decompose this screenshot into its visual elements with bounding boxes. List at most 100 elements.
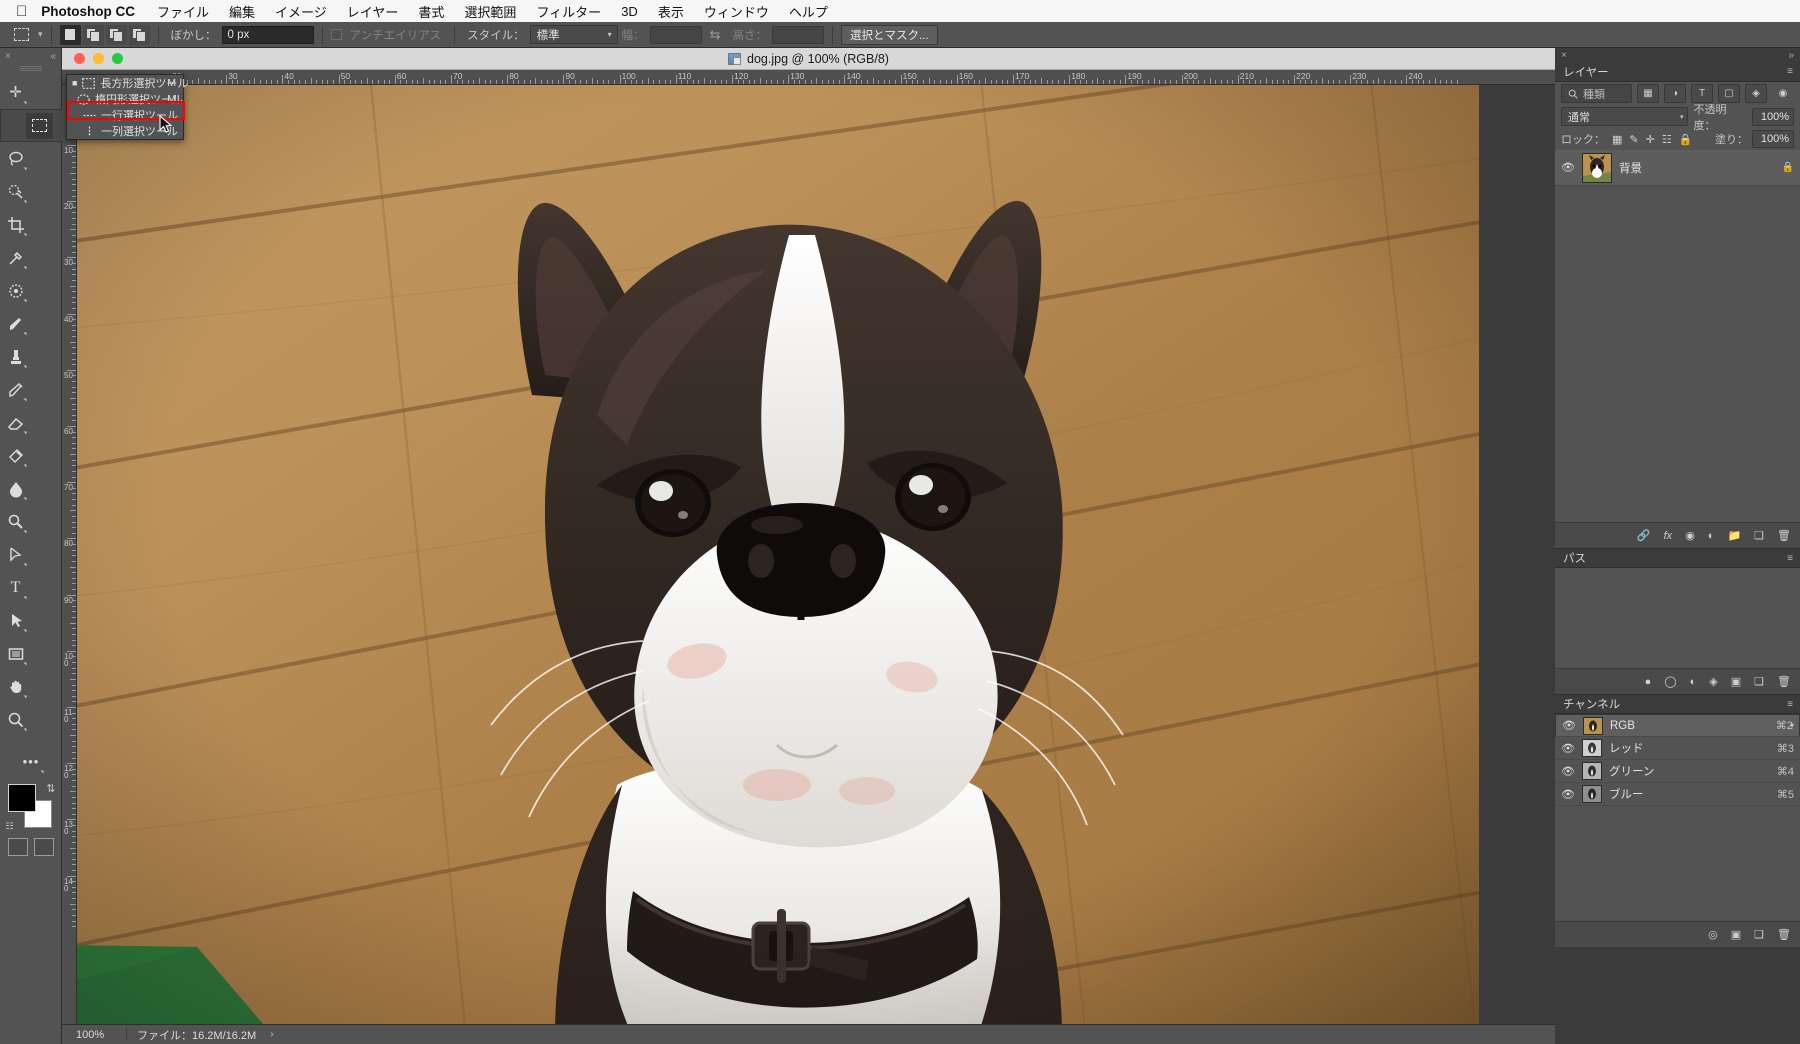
tool-preset-chevron-down-icon[interactable]: ▾ [38,29,43,40]
layer-visibility-eye-icon[interactable]: 👁 [1561,161,1575,174]
menu-item-layer[interactable]: レイヤー [347,2,399,21]
spot-healing-brush-tool[interactable] [0,274,31,307]
tools-expand-icon[interactable]: « [50,51,56,62]
layer-locked-icon[interactable]: 🔒 [1782,162,1794,173]
menu-item-window[interactable]: ウィンドウ [704,2,769,21]
opacity-input[interactable]: 100% [1752,107,1794,126]
vertical-ruler[interactable]: 10 20 30 40 50 60 70 80 90 100 110 120 130 140 [62,85,77,1044]
status-chevron-right-icon[interactable]: › [270,1029,273,1040]
gradient-tool[interactable] [0,439,31,472]
flyout-item-elliptical-marquee[interactable]: 楕円形選択ツール M [67,91,183,107]
tab-channels[interactable]: チャンネル ≡ [1555,694,1800,714]
eraser-tool[interactable] [0,406,31,439]
make-workpath-icon[interactable]: ◈ [1709,675,1717,688]
stroke-path-icon[interactable]: ◯ [1664,675,1676,688]
channel-visibility-eye-icon[interactable]: 👁 [1562,719,1576,732]
lock-transparent-icon[interactable]: ▦ [1612,133,1622,146]
tab-layers[interactable]: レイヤー ≡ [1555,62,1800,82]
add-mask-icon[interactable]: ◉ [1685,529,1695,542]
app-name-label[interactable]: Photoshop CC [41,4,135,19]
marquee-tool-flyout-menu[interactable]: ■ 長方形選択ツール M 楕円形選択ツール M 一行選択ツール 一列選択ツール [66,74,188,140]
menu-item-filter[interactable]: フィルター [536,2,601,21]
blend-mode-select[interactable]: 通常 [1561,107,1689,126]
move-tool[interactable]: ✛ [0,76,31,109]
edit-toolbar-button[interactable]: ••• [0,745,62,778]
select-and-mask-button[interactable]: 選択とマスク... [840,24,938,45]
channels-panel-menu-icon[interactable]: ≡ [1787,699,1793,710]
channel-visibility-eye-icon[interactable]: 👁 [1561,765,1575,778]
brush-tool[interactable] [0,307,31,340]
history-brush-tool[interactable] [0,373,31,406]
rectangle-tool[interactable] [0,637,31,670]
fill-input[interactable]: 100% [1752,130,1794,148]
lock-image-icon[interactable]: ✎ [1629,133,1638,146]
flyout-item-rectangular-marquee[interactable]: ■ 長方形選択ツール M [67,75,188,91]
menu-item-image[interactable]: イメージ [275,2,327,21]
dock-close-icon[interactable]: × [1561,50,1567,61]
layer-name[interactable]: 背景 [1619,160,1642,176]
dock-collapse-icon[interactable]: » [1788,50,1794,61]
swap-dimensions-icon[interactable]: ⇆ [710,27,721,43]
feather-input[interactable]: 0 px [221,25,314,44]
load-channel-selection-icon[interactable]: ◎ [1708,928,1718,941]
fx-icon[interactable]: fx [1664,530,1673,542]
subtract-from-selection-button[interactable] [105,24,127,45]
layers-panel-menu-icon[interactable]: ≡ [1787,66,1793,77]
reset-colors-icon[interactable]: ☷ [6,821,14,832]
swap-colors-icon[interactable]: ⇅ [46,782,55,795]
horizontal-ruler[interactable]: 2030405060708090100110120130140150160170… [62,70,1555,85]
apple-logo-icon[interactable]:  [16,4,27,19]
lock-position-icon[interactable]: ✛ [1646,133,1655,146]
delete-layer-icon[interactable]: 🗑 [1777,529,1791,542]
height-input[interactable] [771,25,824,44]
lock-all-icon[interactable]: 🔒 [1679,133,1693,146]
menu-item-view[interactable]: 表示 [658,2,684,21]
document-image[interactable] [77,85,1479,1024]
blur-tool[interactable] [0,472,31,505]
save-selection-icon[interactable]: ▣ [1731,928,1741,941]
menu-item-type[interactable]: 書式 [418,2,444,21]
channel-row-green[interactable]: 👁 グリーン ⌘4 [1555,760,1800,783]
menu-item-file[interactable]: ファイル [157,2,209,21]
new-adjustment-icon[interactable]: ◐ [1708,530,1715,542]
minimize-window-button[interactable] [93,53,104,64]
maximize-window-button[interactable] [112,53,123,64]
load-selection-icon[interactable]: ◐ [1690,676,1697,688]
close-window-button[interactable] [74,53,85,64]
width-input[interactable] [649,25,702,44]
delete-channel-icon[interactable]: 🗑 [1777,928,1791,941]
style-select[interactable]: 標準 [529,25,618,44]
type-tool[interactable]: T [0,571,31,604]
channel-visibility-eye-icon[interactable]: 👁 [1561,788,1575,801]
new-path-icon[interactable]: ❏ [1754,675,1764,688]
tools-drag-handle[interactable] [19,66,42,71]
screen-mode-icon[interactable] [33,838,54,856]
quick-selection-tool[interactable] [0,175,31,208]
menu-item-help[interactable]: ヘルプ [789,2,828,21]
menu-item-select[interactable]: 選択範囲 [464,2,516,21]
path-selection-tool[interactable] [0,604,31,637]
delete-path-icon[interactable]: 🗑 [1777,675,1791,688]
channel-row-red[interactable]: 👁 レッド ⌘3 [1555,737,1800,760]
link-layers-icon[interactable]: 🔗 [1637,529,1651,542]
channel-visibility-eye-icon[interactable]: 👁 [1561,742,1575,755]
path-add-mask-icon[interactable]: ▣ [1731,675,1741,688]
canvas-area[interactable] [77,85,1555,1024]
channel-row-rgb[interactable]: 👁 RGB ⌘2 [1555,714,1800,737]
quick-mask-icon[interactable] [7,838,28,856]
tab-paths[interactable]: パス ≡ [1555,548,1800,568]
clone-stamp-tool[interactable] [0,340,31,373]
menu-item-edit[interactable]: 編集 [229,2,255,21]
antialias-checkbox[interactable] [330,29,342,40]
pixel-filter-icon[interactable]: ▦ [1637,84,1659,103]
new-layer-icon[interactable]: ❏ [1754,529,1764,542]
adjustment-filter-icon[interactable]: ◑ [1664,84,1686,103]
foreground-color-swatch[interactable] [7,784,36,812]
menu-item-3d[interactable]: 3D [621,4,638,19]
layer-filter-search[interactable]: 種類 [1561,84,1632,103]
current-tool-preset-icon[interactable] [6,24,36,46]
fill-path-icon[interactable]: ● [1645,676,1652,688]
new-selection-button[interactable] [59,24,81,45]
zoom-level[interactable]: 100% [64,1029,126,1041]
eyedropper-tool[interactable] [0,241,31,274]
